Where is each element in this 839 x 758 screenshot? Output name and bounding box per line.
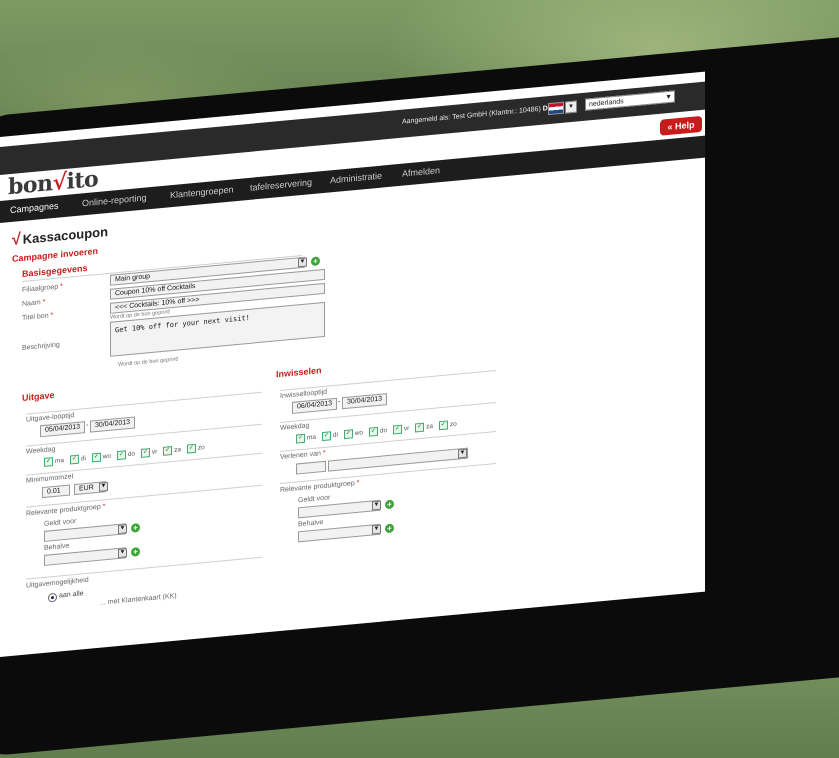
- check-icon: √: [12, 231, 21, 249]
- uitgave-weekday-checkboxes: ✓ ma ✓ di ✓ wo ✓ do ✓ vr ✓ za ✓ zo: [44, 443, 209, 467]
- verlenen-van-count[interactable]: [296, 460, 326, 475]
- uitgave-date-range: 05/04/2013 - 30/04/2013: [40, 407, 240, 438]
- tablet-screen: ▲ Aangemeld als: Test GmbH (Klantnr.: 10…: [0, 71, 705, 658]
- nav-afmelden[interactable]: Afmelden: [402, 165, 440, 179]
- checkbox-wo[interactable]: ✓: [343, 429, 353, 440]
- chevron-down-icon[interactable]: ▼: [118, 548, 127, 559]
- nav-administratie[interactable]: Administratie: [330, 171, 382, 186]
- checkbox-zo[interactable]: ✓: [186, 443, 196, 454]
- minimumomzet-input[interactable]: 0.01: [42, 484, 70, 499]
- checkbox-za[interactable]: ✓: [415, 422, 425, 433]
- chevron-down-icon[interactable]: ▼: [458, 448, 467, 459]
- naam-label: Naam *: [22, 298, 46, 308]
- nav-klantengroepen[interactable]: Klantengroepen: [170, 184, 234, 200]
- chevron-down-icon[interactable]: ▼: [372, 500, 381, 511]
- checkbox-ma[interactable]: ✓: [296, 433, 305, 444]
- checkbox-wo[interactable]: ✓: [91, 452, 101, 463]
- beschrijving-label: Beschrijving: [22, 341, 60, 352]
- section-uitgave: Uitgave: [22, 389, 55, 403]
- chevron-down-icon: ▼: [665, 93, 672, 102]
- add-icon[interactable]: +: [131, 547, 140, 557]
- checkbox-vr[interactable]: ✓: [140, 448, 150, 458]
- chevron-down-icon[interactable]: ▼: [372, 524, 381, 535]
- add-icon[interactable]: +: [385, 499, 394, 510]
- chevron-down-icon[interactable]: ▼: [99, 481, 108, 492]
- date-separator: -: [86, 421, 89, 430]
- uitgave-date-to[interactable]: 30/04/2013: [90, 416, 136, 433]
- nav-online-reporting[interactable]: Online-reporting: [82, 192, 147, 208]
- beschrijving-hint: Wordt op de bon geprint!: [118, 356, 179, 369]
- inwissel-date-to[interactable]: 30/04/2013: [342, 393, 388, 410]
- nav-campagnes[interactable]: Campagnes: [10, 201, 59, 216]
- inwissel-date-range: 06/04/2013 - 30/04/2013: [292, 383, 492, 414]
- checkbox-zo[interactable]: ✓: [438, 420, 448, 431]
- chevron-down-icon[interactable]: ▼: [118, 524, 127, 535]
- language-select[interactable]: nederlands ▼: [585, 90, 675, 111]
- checkbox-do[interactable]: ✓: [116, 450, 126, 461]
- inwissel-behalve-label: Behalve: [298, 519, 324, 529]
- checkbox-do[interactable]: ✓: [368, 426, 378, 437]
- add-icon[interactable]: +: [385, 523, 394, 534]
- filiaalgroep-label: Filiaalgroep *: [22, 283, 63, 294]
- radio-klantenkaart-label: ... met Klantenkaart (KK): [100, 592, 177, 607]
- inwissel-geldt-voor-label: Geldt voor: [298, 494, 331, 505]
- inwissel-weekday-checkboxes: ✓ ma ✓ di ✓ wo ✓ do ✓ vr ✓ za ✓ zo: [296, 419, 461, 444]
- chevron-down-icon[interactable]: ▼: [298, 257, 307, 268]
- checkbox-vr[interactable]: ✓: [392, 424, 402, 435]
- section-inwisselen: Inwisselen: [276, 365, 322, 380]
- help-button[interactable]: « Help: [660, 115, 702, 136]
- login-info: Aangemeld als: Test GmbH (Klantnr.: 1048…: [402, 104, 564, 126]
- uitgave-weekdag-label: Weekdag: [26, 445, 56, 456]
- dutch-flag-icon[interactable]: [548, 101, 564, 116]
- inwissel-date-from[interactable]: 06/04/2013: [292, 397, 338, 414]
- chevron-down-icon[interactable]: ▾: [565, 100, 577, 114]
- checkbox-di[interactable]: ✓: [69, 454, 79, 465]
- uitgave-behalve-label: Behalve: [44, 542, 70, 552]
- checkbox-ma[interactable]: ✓: [44, 457, 53, 467]
- radio-aan-alle[interactable]: [48, 592, 57, 603]
- add-icon[interactable]: +: [131, 523, 140, 533]
- titel-bon-label: Titel bon *: [22, 312, 54, 322]
- checkbox-di[interactable]: ✓: [321, 431, 331, 442]
- uitgave-date-from[interactable]: 05/04/2013: [40, 421, 86, 438]
- inwissel-weekdag-label: Weekdag: [280, 422, 310, 433]
- nav-tafelreservering[interactable]: tafelreservering: [250, 177, 312, 193]
- checkbox-za[interactable]: ✓: [163, 446, 173, 456]
- uitgave-geldt-voor-label: Geldt voor: [44, 517, 77, 528]
- add-icon[interactable]: +: [311, 256, 320, 267]
- radio-aan-alle-label: aan alle: [59, 590, 84, 600]
- date-separator: -: [338, 398, 341, 406]
- verlenen-van-label: Verlenen van *: [280, 449, 326, 462]
